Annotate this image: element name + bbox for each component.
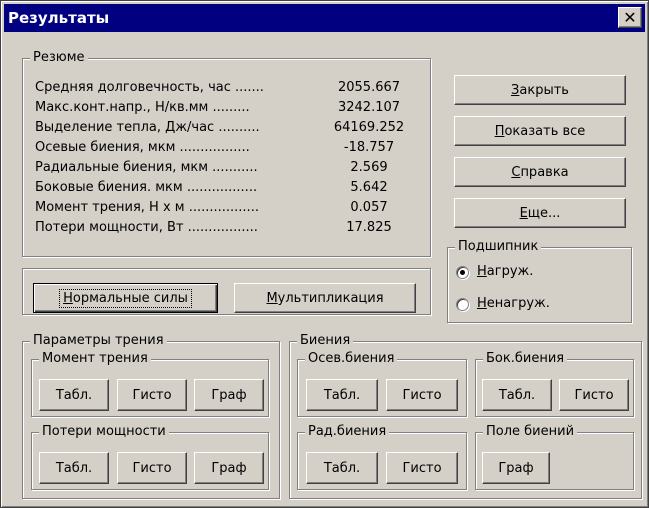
summary-row-value: 3242.107: [337, 100, 401, 115]
help-button[interactable]: Справка: [454, 157, 626, 187]
summary-row-label: Осевые биения, мкм .................: [35, 140, 250, 155]
summary-row-label: Макс.конт.напр., Н/кв.мм .........: [35, 100, 250, 115]
axial-runout-legend: Осев.биения: [305, 351, 398, 367]
lateral-runout-table-label: Табл.: [498, 387, 536, 403]
summary-row-value: 64169.252: [333, 120, 405, 135]
radial-runout-histogram-button[interactable]: Гисто: [386, 452, 458, 484]
normal-forces-button[interactable]: Нормальные силы: [33, 283, 218, 313]
more-button-label: ще...: [527, 205, 561, 221]
radial-runout-histogram-label: Гисто: [402, 460, 442, 476]
friction-moment-graph-label: Граф: [211, 387, 247, 403]
multiplication-hotkey: М: [266, 290, 278, 306]
close-button-label: акрыть: [519, 82, 569, 98]
more-button-hotkey: Е: [519, 205, 528, 221]
results-window: Результаты ✕ Резюме Средняя долговечност…: [0, 0, 649, 508]
summary-row-value: 2.569: [350, 160, 388, 175]
axial-runout-table-button[interactable]: Табл.: [306, 379, 378, 411]
power-loss-table-label: Табл.: [55, 460, 93, 476]
lateral-runout-histogram-label: Гисто: [574, 387, 614, 403]
summary-legend: Резюме: [30, 50, 88, 66]
summary-row-value: -18.757: [343, 140, 395, 155]
radio-loaded[interactable]: [456, 266, 469, 279]
axial-runout-table-label: Табл.: [323, 387, 361, 403]
radial-runout-legend: Рад.биения: [305, 424, 390, 440]
axial-runout-histogram-label: Гисто: [402, 387, 442, 403]
bearing-group: Подшипник: [447, 239, 632, 323]
friction-moment-graph-button[interactable]: Граф: [194, 379, 264, 411]
friction-moment-legend: Момент трения: [39, 351, 151, 367]
summary-row-label: Средняя долговечность, час .......: [35, 80, 264, 95]
show-all-button-label: оказать все: [504, 123, 586, 139]
show-all-button-hotkey: П: [494, 123, 505, 139]
radio-loaded-dot: [460, 270, 465, 275]
normal-forces-hotkey: Н: [63, 290, 73, 306]
radio-unloaded-hotkey: Н: [477, 296, 487, 311]
multiplication-button[interactable]: Мультипликация: [234, 283, 416, 313]
friction-moment-histogram-label: Гисто: [132, 387, 172, 403]
power-loss-graph-button[interactable]: Граф: [194, 452, 264, 484]
close-button[interactable]: Закрыть: [454, 75, 626, 105]
radio-loaded-hotkey: Н: [477, 264, 487, 279]
summary-row-label: Радиальные биения, мкм ...........: [35, 160, 258, 175]
power-loss-histogram-button[interactable]: Гисто: [117, 452, 187, 484]
radio-unloaded-text: енагруж.: [486, 296, 550, 311]
power-loss-table-button[interactable]: Табл.: [39, 452, 109, 484]
multiplication-label: ультипликация: [277, 290, 384, 306]
radio-unloaded-label[interactable]: Ненагруж.: [477, 296, 550, 311]
close-window-button[interactable]: ✕: [618, 7, 642, 28]
lateral-runout-histogram-button[interactable]: Гисто: [559, 379, 629, 411]
summary-row-label: Потери мощности, Вт .................: [35, 220, 258, 235]
friction-moment-histogram-button[interactable]: Гисто: [117, 379, 187, 411]
normal-forces-label: ормальные силы: [72, 290, 188, 306]
power-loss-legend: Потери мощности: [39, 424, 169, 440]
summary-row-value: 0.057: [350, 200, 388, 215]
summary-row-label: Боковые биения. мкм .................: [35, 180, 258, 195]
summary-row-label: Момент трения, Н х м .................: [35, 200, 259, 215]
radial-runout-table-label: Табл.: [323, 460, 361, 476]
lateral-runout-legend: Бок.биения: [483, 351, 568, 367]
radio-loaded-text: агруж.: [486, 264, 534, 279]
power-loss-histogram-label: Гисто: [132, 460, 172, 476]
bearing-legend: Подшипник: [455, 239, 542, 255]
friction-moment-table-button[interactable]: Табл.: [39, 379, 109, 411]
friction-legend: Параметры трения: [30, 333, 167, 349]
close-icon: ✕: [623, 8, 637, 27]
help-button-label: правка: [520, 164, 569, 180]
summary-row-value: 2055.667: [337, 80, 401, 95]
axial-runout-histogram-button[interactable]: Гисто: [386, 379, 458, 411]
friction-moment-table-label: Табл.: [55, 387, 93, 403]
radio-unloaded[interactable]: [456, 298, 469, 311]
show-all-button[interactable]: Показать все: [454, 116, 626, 146]
radial-runout-table-button[interactable]: Табл.: [306, 452, 378, 484]
runout-field-graph-button[interactable]: Граф: [482, 452, 550, 484]
runout-field-legend: Поле биений: [483, 424, 578, 440]
summary-row-label: Выделение тепла, Дж/час ..........: [35, 120, 260, 135]
power-loss-graph-label: Граф: [211, 460, 247, 476]
more-button[interactable]: Еще...: [454, 198, 626, 228]
runout-field-graph-label: Граф: [498, 460, 534, 476]
summary-row-value: 17.825: [346, 220, 392, 235]
lateral-runout-table-button[interactable]: Табл.: [482, 379, 552, 411]
title-bar[interactable]: Результаты ✕: [4, 4, 645, 32]
summary-row-value: 5.642: [350, 180, 388, 195]
runout-legend: Биения: [297, 333, 354, 349]
window-title: Результаты: [8, 9, 110, 27]
radio-loaded-label[interactable]: Нагруж.: [477, 264, 533, 279]
